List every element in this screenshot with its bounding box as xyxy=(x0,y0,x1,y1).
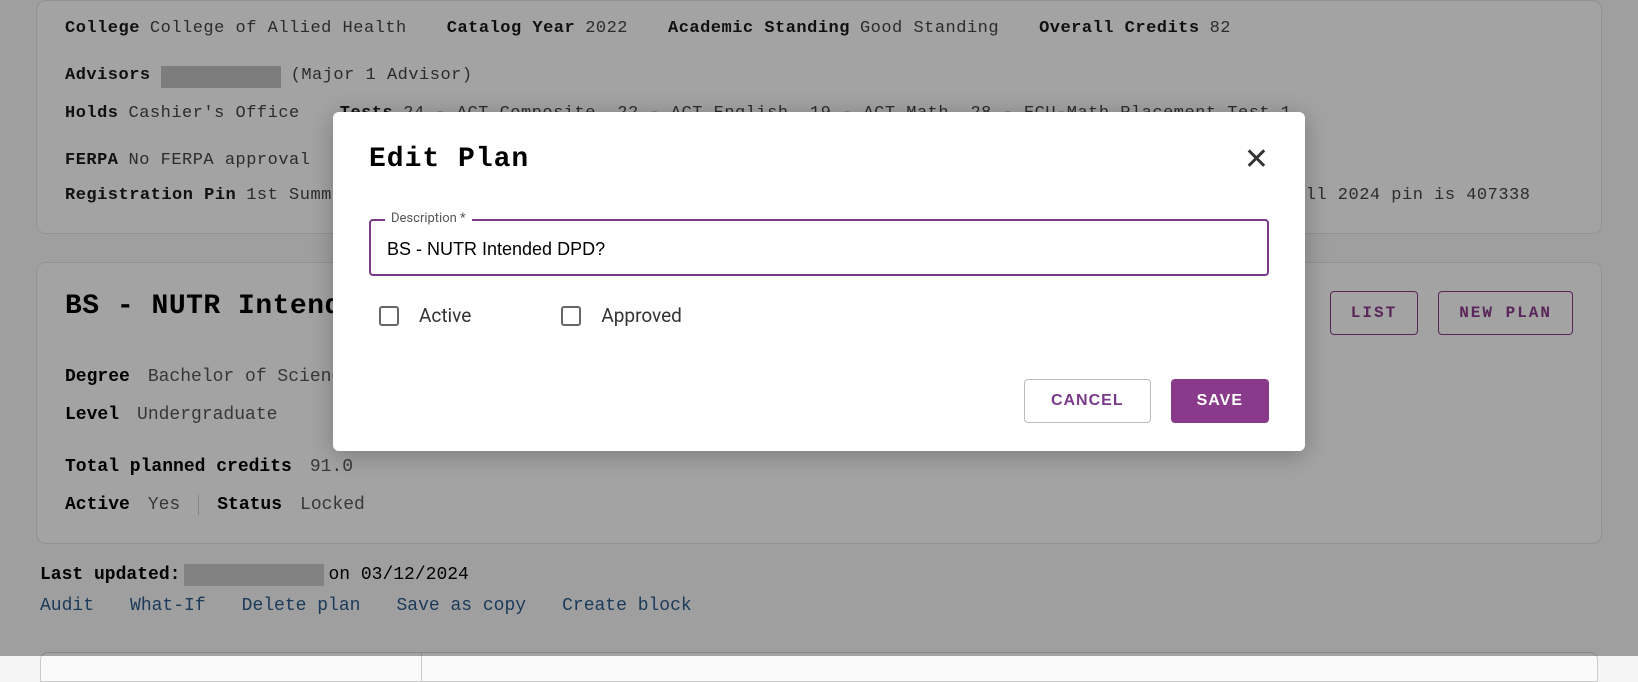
modal-title: Edit Plan xyxy=(369,144,529,175)
edit-plan-modal: Edit Plan ✕ Description * Active Approve… xyxy=(333,112,1305,451)
tab-divider xyxy=(421,653,422,681)
description-label: Description * xyxy=(385,211,472,226)
description-input[interactable] xyxy=(369,219,1269,276)
approved-checkbox-label: Approved xyxy=(601,304,682,327)
cancel-button[interactable]: CANCEL xyxy=(1024,379,1151,423)
close-icon[interactable]: ✕ xyxy=(1244,145,1269,175)
active-checkbox-label: Active xyxy=(419,304,471,327)
approved-checkbox[interactable] xyxy=(561,306,581,326)
bottom-tabs xyxy=(40,652,1598,682)
save-button[interactable]: SAVE xyxy=(1171,379,1269,423)
active-checkbox[interactable] xyxy=(379,306,399,326)
